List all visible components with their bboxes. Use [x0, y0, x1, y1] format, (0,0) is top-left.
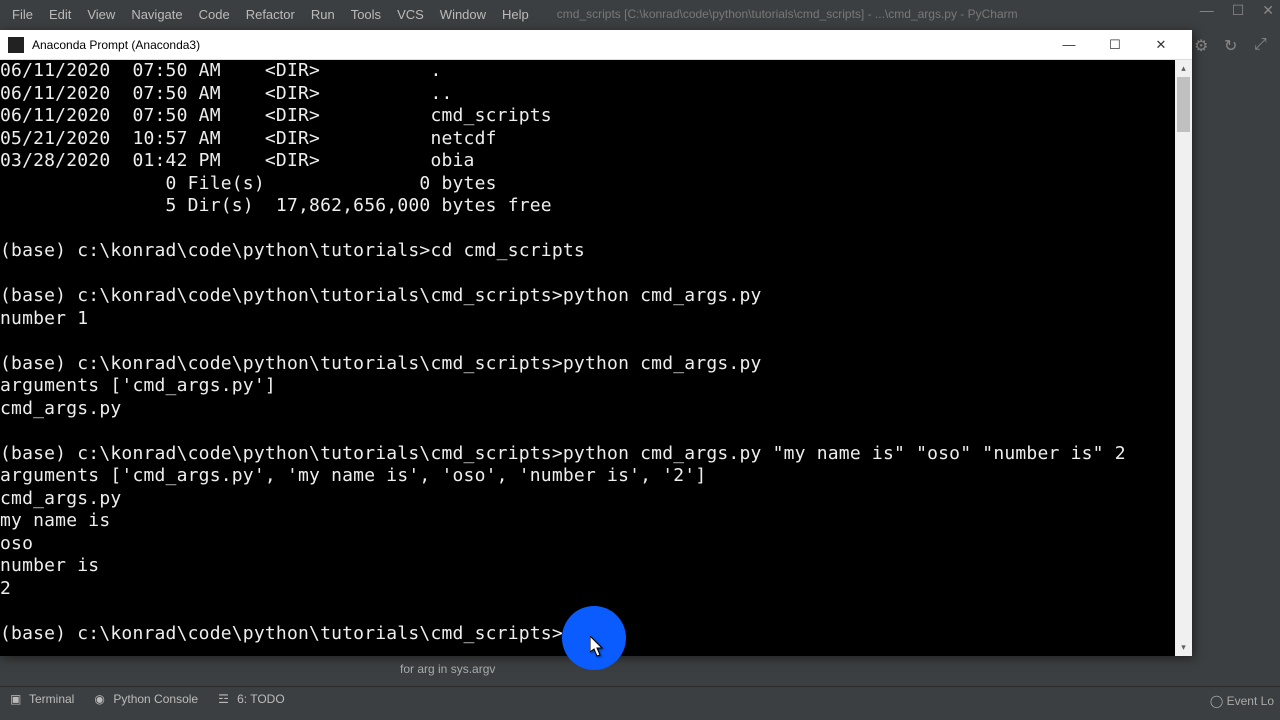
terminal-maximize-button[interactable]: ☐ [1092, 30, 1138, 60]
menu-file[interactable]: File [4, 3, 41, 26]
terminal-close-button[interactable]: ✕ [1138, 30, 1184, 60]
ide-status-bar: ◯ Event Lo [1210, 694, 1274, 708]
terminal-tab-icon: ▣ [10, 692, 23, 705]
terminal-body[interactable]: 06/11/2020 07:50 AM <DIR> . 06/11/2020 0… [0, 60, 1192, 656]
scroll-thumb[interactable] [1177, 77, 1190, 132]
ide-right-toolbar: ⚙ ↻ ⤢ [1194, 36, 1272, 54]
scroll-down-icon[interactable]: ▾ [1175, 639, 1192, 656]
menu-vcs[interactable]: VCS [389, 3, 432, 26]
ide-menubar: File Edit View Navigate Code Refactor Ru… [0, 0, 1280, 28]
mouse-cursor-icon [590, 636, 606, 663]
menu-code[interactable]: Code [191, 3, 238, 26]
terminal-output: 06/11/2020 07:50 AM <DIR> . 06/11/2020 0… [0, 60, 1126, 644]
python-console-icon: ◉ [94, 692, 107, 705]
ide-minimize-button[interactable]: — [1200, 2, 1214, 19]
tab-python-console-label: Python Console [113, 692, 198, 706]
tab-terminal-label: Terminal [29, 692, 74, 706]
menu-view[interactable]: View [79, 3, 123, 26]
editor-hint: for arg in sys.argv [320, 658, 575, 680]
ide-title-path: cmd_scripts [C:\konrad\code\python\tutor… [557, 7, 1018, 21]
scroll-track[interactable] [1175, 77, 1192, 639]
menu-navigate[interactable]: Navigate [123, 3, 190, 26]
menu-refactor[interactable]: Refactor [238, 3, 303, 26]
terminal-title: Anaconda Prompt (Anaconda3) [32, 38, 200, 52]
tab-todo-label: 6: TODO [237, 692, 285, 706]
tab-terminal[interactable]: ▣ Terminal [0, 688, 84, 710]
ide-window-controls: — ☐ ✕ [1200, 2, 1274, 19]
menu-run[interactable]: Run [303, 3, 343, 26]
refresh-icon[interactable]: ↻ [1224, 36, 1242, 54]
terminal-window: Anaconda Prompt (Anaconda3) — ☐ ✕ 06/11/… [0, 30, 1192, 656]
expand-icon[interactable]: ⤢ [1254, 36, 1272, 54]
menu-edit[interactable]: Edit [41, 3, 79, 26]
ide-close-button[interactable]: ✕ [1262, 2, 1274, 19]
terminal-icon [8, 37, 24, 53]
menu-help[interactable]: Help [494, 3, 537, 26]
gear-icon[interactable]: ⚙ [1194, 36, 1212, 54]
terminal-titlebar[interactable]: Anaconda Prompt (Anaconda3) — ☐ ✕ [0, 30, 1192, 60]
terminal-minimize-button[interactable]: — [1046, 30, 1092, 60]
terminal-scrollbar[interactable]: ▴ ▾ [1175, 60, 1192, 656]
tab-todo[interactable]: ☲ 6: TODO [208, 688, 295, 710]
menu-tools[interactable]: Tools [343, 3, 389, 26]
terminal-window-controls: — ☐ ✕ [1046, 30, 1184, 60]
ide-maximize-button[interactable]: ☐ [1232, 2, 1245, 19]
event-log-button[interactable]: ◯ Event Lo [1210, 694, 1274, 708]
ide-bottom-toolbar: ▣ Terminal ◉ Python Console ☲ 6: TODO [0, 686, 1280, 710]
tab-python-console[interactable]: ◉ Python Console [84, 688, 208, 710]
menu-window[interactable]: Window [432, 3, 494, 26]
todo-icon: ☲ [218, 692, 231, 705]
scroll-up-icon[interactable]: ▴ [1175, 60, 1192, 77]
